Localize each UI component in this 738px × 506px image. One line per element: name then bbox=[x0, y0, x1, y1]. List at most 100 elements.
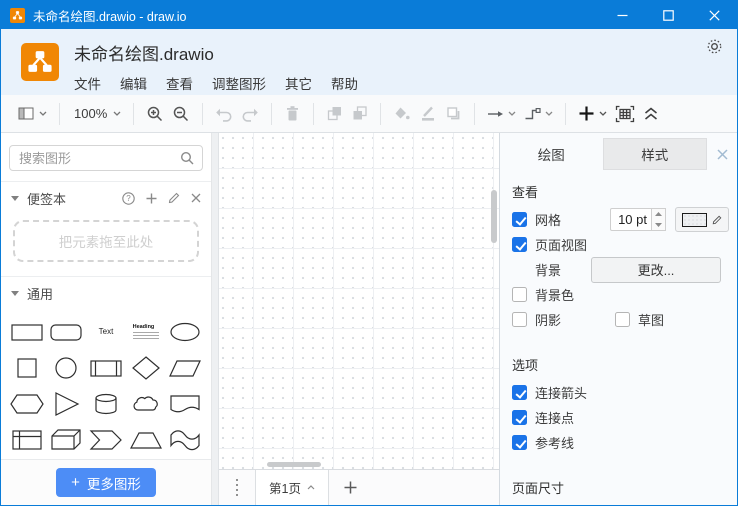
canvas-wrap: 第1页 bbox=[219, 133, 499, 505]
connection-arrows-label: 连接箭头 bbox=[535, 383, 587, 402]
shape-internal-storage[interactable] bbox=[7, 423, 47, 456]
chevron-down-icon bbox=[508, 111, 516, 116]
horizontal-scrollbar-thumb[interactable] bbox=[267, 462, 321, 467]
connection-arrows-row: 连接箭头 bbox=[500, 380, 737, 405]
drawing-canvas[interactable] bbox=[219, 133, 499, 469]
shape-ellipse[interactable] bbox=[165, 315, 205, 348]
drawio-app-logo-icon bbox=[21, 43, 59, 81]
shape-cloud[interactable] bbox=[126, 387, 166, 420]
redo-button bbox=[237, 103, 263, 125]
sidebar-footer: + 更多图形 bbox=[1, 459, 211, 505]
connection-style-button[interactable] bbox=[483, 104, 520, 124]
shape-text[interactable]: Text bbox=[86, 315, 126, 348]
shape-cube[interactable] bbox=[47, 423, 87, 456]
menu-extras[interactable]: 其它 bbox=[285, 73, 312, 93]
shadow-checkbox[interactable] bbox=[512, 312, 527, 327]
background-color-label: 背景色 bbox=[535, 285, 574, 304]
caret-down-icon bbox=[11, 196, 19, 201]
shape-step[interactable] bbox=[86, 423, 126, 456]
more-shapes-button[interactable]: + 更多图形 bbox=[56, 468, 156, 497]
insert-button[interactable] bbox=[574, 102, 611, 125]
search-input[interactable] bbox=[9, 145, 203, 171]
page-view-checkbox[interactable] bbox=[512, 237, 527, 252]
help-icon[interactable]: ? bbox=[122, 192, 135, 205]
general-section-header[interactable]: 通用 bbox=[1, 277, 211, 309]
view-panels-button[interactable] bbox=[13, 102, 51, 125]
shape-hexagon[interactable] bbox=[7, 387, 47, 420]
options-section-title: 选项 bbox=[500, 343, 737, 380]
zoom-out-button[interactable] bbox=[168, 102, 194, 126]
general-title: 通用 bbox=[27, 284, 53, 303]
grid-checkbox[interactable] bbox=[512, 212, 527, 227]
titlebar: 未命名绘图.drawio - draw.io bbox=[1, 1, 737, 29]
insert-table-button[interactable] bbox=[611, 102, 639, 126]
shape-square[interactable] bbox=[7, 351, 47, 384]
view-section-title: 查看 bbox=[500, 170, 737, 207]
document-title: 未命名绘图.drawio bbox=[74, 40, 358, 65]
shape-cylinder[interactable] bbox=[86, 387, 126, 420]
connection-points-checkbox[interactable] bbox=[512, 410, 527, 425]
page-view-row: 页面视图 bbox=[500, 232, 737, 257]
close-panel-icon[interactable] bbox=[707, 138, 737, 170]
shape-trapezoid[interactable] bbox=[126, 423, 166, 456]
main-area: 便签本 ? 把元素拖至此处 通用 TextHeading + bbox=[1, 133, 737, 505]
tab-diagram[interactable]: 绘图 bbox=[500, 138, 603, 170]
menu-help[interactable]: 帮助 bbox=[331, 73, 358, 93]
chevron-down-icon bbox=[39, 111, 47, 116]
add-page-button[interactable] bbox=[329, 470, 371, 505]
page-bar: 第1页 bbox=[219, 469, 499, 505]
close-button[interactable] bbox=[691, 1, 737, 29]
sketch-checkbox[interactable] bbox=[615, 312, 630, 327]
menu-file[interactable]: 文件 bbox=[74, 73, 101, 93]
connection-arrows-checkbox[interactable] bbox=[512, 385, 527, 400]
menu-edit[interactable]: 编辑 bbox=[120, 73, 147, 93]
window-title: 未命名绘图.drawio - draw.io bbox=[33, 6, 187, 25]
menu-arrange[interactable]: 调整图形 bbox=[212, 73, 266, 93]
to-front-button bbox=[322, 102, 347, 125]
tab-style[interactable]: 样式 bbox=[603, 138, 708, 170]
background-color-checkbox[interactable] bbox=[512, 287, 527, 302]
edit-pencil-icon bbox=[712, 215, 722, 225]
change-background-button[interactable]: 更改... bbox=[591, 257, 721, 283]
shape-rounded-rectangle[interactable] bbox=[47, 315, 87, 348]
shadow-label: 阴影 bbox=[535, 310, 561, 329]
format-tabs: 绘图 样式 bbox=[500, 138, 737, 170]
shape-document[interactable] bbox=[165, 387, 205, 420]
sidebar-resize-handle[interactable] bbox=[211, 133, 219, 505]
shape-triangle[interactable] bbox=[47, 387, 87, 420]
add-icon[interactable] bbox=[146, 193, 157, 204]
grid-color-button[interactable] bbox=[675, 207, 729, 232]
shape-tape[interactable] bbox=[165, 423, 205, 456]
shape-rectangle[interactable] bbox=[7, 315, 47, 348]
guides-row: 参考线 bbox=[500, 430, 737, 455]
guides-label: 参考线 bbox=[535, 433, 574, 452]
scratchpad-drop-area[interactable]: 把元素拖至此处 bbox=[13, 220, 199, 262]
shape-parallelogram[interactable] bbox=[165, 351, 205, 384]
stepper-up-icon[interactable] bbox=[652, 209, 665, 220]
vertical-scrollbar-thumb[interactable] bbox=[491, 190, 497, 243]
zoom-in-button[interactable] bbox=[142, 102, 168, 126]
shape-diamond[interactable] bbox=[126, 351, 166, 384]
grid-size-input[interactable] bbox=[610, 208, 652, 231]
waypoint-style-button[interactable] bbox=[520, 103, 557, 124]
maximize-button[interactable] bbox=[645, 1, 691, 29]
minimize-button[interactable] bbox=[599, 1, 645, 29]
page-tab[interactable]: 第1页 bbox=[255, 470, 329, 505]
guides-checkbox[interactable] bbox=[512, 435, 527, 450]
connection-points-label: 连接点 bbox=[535, 408, 574, 427]
grid-size-stepper[interactable] bbox=[652, 208, 666, 231]
pages-menu-icon[interactable] bbox=[219, 470, 255, 505]
collapse-expand-button[interactable] bbox=[639, 103, 663, 124]
to-back-button bbox=[347, 102, 372, 125]
scratchpad-section-header[interactable]: 便签本 ? bbox=[1, 182, 211, 214]
shadow-sketch-row: 阴影 草图 bbox=[500, 307, 737, 332]
shape-circle[interactable] bbox=[47, 351, 87, 384]
shape-heading[interactable]: Heading bbox=[126, 315, 166, 348]
shape-process[interactable] bbox=[86, 351, 126, 384]
close-scratchpad-icon[interactable] bbox=[191, 193, 201, 203]
menu-view[interactable]: 查看 bbox=[166, 73, 193, 93]
edit-pencil-icon[interactable] bbox=[168, 192, 180, 204]
zoom-level-dropdown[interactable]: 100% bbox=[68, 103, 125, 124]
stepper-down-icon[interactable] bbox=[652, 220, 665, 231]
theme-toggle-icon[interactable] bbox=[705, 37, 724, 56]
